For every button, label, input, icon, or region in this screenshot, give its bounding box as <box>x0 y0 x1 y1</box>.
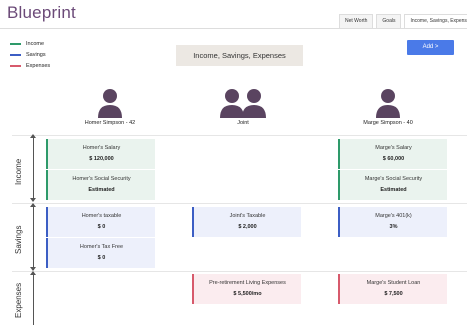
tab-net-worth[interactable]: Net Worth <box>339 14 374 29</box>
card-value: $ 0 <box>97 224 106 230</box>
legend-swatch-income <box>10 42 21 45</box>
card-title: Joint's Taxable <box>229 213 266 219</box>
tab-income-savings-expenses[interactable]: Income, Savings, Expenses <box>404 14 467 29</box>
add-button[interactable]: Add > <box>407 40 454 55</box>
tab-goals[interactable]: Goals <box>376 14 402 29</box>
card-value: $ 2,000 <box>238 224 257 230</box>
card-title: Marge's Salary <box>375 145 412 151</box>
card-value: Estimated <box>380 187 407 193</box>
card-value: $ 0 <box>97 255 106 261</box>
card-marge-student-loan[interactable]: Marge's Student Loan $ 7,500 <box>338 274 447 304</box>
card-pre-retirement-living-expenses[interactable]: Pre-retirement Living Expenses $ 5,500/m… <box>192 274 301 304</box>
legend-swatch-expenses <box>10 64 21 67</box>
card-value: $ 120,000 <box>89 156 114 162</box>
axis-line <box>33 204 34 270</box>
legend-label: Expenses <box>26 62 51 69</box>
card-marge-social-security[interactable]: Marge's Social Security Estimated <box>338 170 447 200</box>
card-title: Homer's taxable <box>81 213 122 219</box>
card-homer-taxable[interactable]: Homer's taxable $ 0 <box>46 207 155 237</box>
couple-icon <box>220 89 266 118</box>
card-value: $ 5,500/mo <box>233 291 262 297</box>
app-title: Blueprint <box>7 3 76 22</box>
section-divider <box>12 271 467 272</box>
card-marge-salary[interactable]: Marge's Salary $ 60,000 <box>338 139 447 169</box>
card-title: Marge's 401(k) <box>375 213 412 219</box>
card-value: $ 7,500 <box>384 291 403 297</box>
card-value: Estimated <box>88 187 115 193</box>
axis-line <box>33 135 34 201</box>
card-title: Homer's Social Security <box>72 176 131 182</box>
legend-item-income: Income <box>10 38 50 49</box>
card-homer-social-security[interactable]: Homer's Social Security Estimated <box>46 170 155 200</box>
income-axis <box>30 134 37 202</box>
section-label-savings: Savings <box>14 225 23 254</box>
expenses-axis <box>30 271 37 325</box>
arrow-up-icon <box>30 271 36 275</box>
card-title: Marge's Social Security <box>364 176 423 182</box>
arrow-down-icon <box>30 198 36 202</box>
legend-item-expenses: Expenses <box>10 60 50 71</box>
card-homer-tax-free[interactable]: Homer's Tax Free $ 0 <box>46 238 155 268</box>
tab-bar: Net Worth Goals Income, Savings, Expense… <box>336 14 467 29</box>
legend-item-savings: Savings <box>10 49 50 60</box>
section-label-income: Income <box>14 158 23 185</box>
person-homer: Homer Simpson - 42 <box>55 88 165 126</box>
tab-divider <box>0 28 467 29</box>
card-title: Pre-retirement Living Expenses <box>209 280 286 286</box>
person-name: Marge Simpson - 40 <box>363 120 413 126</box>
card-title: Homer's Salary <box>82 145 121 151</box>
legend-swatch-savings <box>10 53 21 56</box>
card-value: $ 60,000 <box>382 156 405 162</box>
legend-label: Savings <box>26 51 46 58</box>
section-divider <box>12 135 467 136</box>
person-name: Homer Simpson - 42 <box>84 120 136 126</box>
card-title: Marge's Student Loan <box>366 280 421 286</box>
section-divider <box>12 203 467 204</box>
legend: Income Savings Expenses <box>10 38 50 71</box>
card-value: 3% <box>389 224 398 230</box>
axis-line <box>33 272 34 325</box>
card-title: Homer's Tax Free <box>79 244 124 250</box>
person-name: Joint <box>237 120 249 126</box>
person-icon <box>376 89 400 118</box>
person-icon <box>98 89 122 118</box>
card-homer-salary[interactable]: Homer's Salary $ 120,000 <box>46 139 155 169</box>
arrow-up-icon <box>30 134 36 138</box>
savings-axis <box>30 203 37 271</box>
person-joint: Joint <box>188 88 298 126</box>
legend-label: Income <box>26 40 45 47</box>
card-marge-401k[interactable]: Marge's 401(k) 3% <box>338 207 447 237</box>
section-label-expenses: Expenses <box>14 282 23 318</box>
card-joint-taxable[interactable]: Joint's Taxable $ 2,000 <box>192 207 301 237</box>
person-marge: Marge Simpson - 40 <box>333 88 443 126</box>
arrow-up-icon <box>30 203 36 207</box>
section-header: Income, Savings, Expenses <box>176 45 303 66</box>
